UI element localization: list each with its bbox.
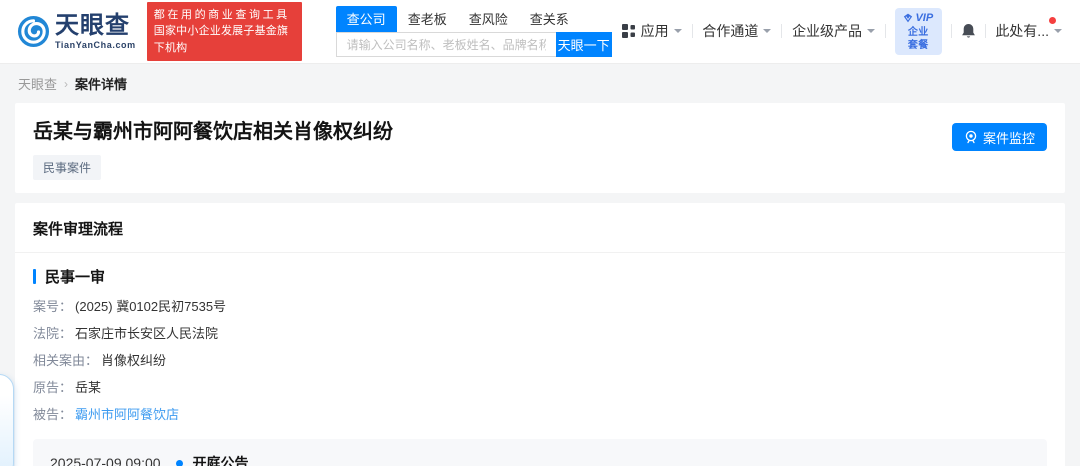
field-value: 肖像权纠纷	[101, 353, 167, 368]
case-fields: 案号： (2025) 冀0102民初7535号 法院： 石家庄市长安区人民法院 …	[33, 300, 1047, 422]
search-button[interactable]: 天眼一下	[555, 32, 612, 57]
search-tab-company[interactable]: 查公司	[335, 6, 397, 32]
breadcrumb-home[interactable]: 天眼查	[18, 74, 57, 93]
promo-banner: 都在用的商业查询工具 国家中小企业发展子基金旗下机构	[146, 1, 302, 62]
floating-side-widget[interactable]	[0, 374, 14, 466]
brand-name: 天眼查	[55, 11, 130, 39]
field-court: 法院： 石家庄市长安区人民法院	[33, 327, 1047, 341]
case-process-card: 案件审理流程 民事一审 案号： (2025) 冀0102民初7535号 法院： …	[15, 203, 1065, 466]
stage-title: 民事一审	[45, 269, 106, 286]
search-area: 查公司 查老板 查风险 查关系 天眼一下	[335, 6, 612, 57]
tianyancha-eye-icon	[17, 15, 50, 48]
nav-divider	[885, 24, 886, 39]
brand-domain: TianYanCha.com	[55, 39, 136, 50]
top-header: 天眼查 TianYanCha.com 都在用的商业查询工具 国家中小企业发展子基…	[0, 0, 1080, 64]
case-detail-page: 天眼查 TianYanCha.com 都在用的商业查询工具 国家中小企业发展子基…	[0, 0, 1080, 466]
apps-grid-icon	[621, 24, 636, 39]
breadcrumb-current: 案件详情	[75, 77, 128, 92]
vip-package-label: 企业套餐	[907, 26, 929, 51]
breadcrumb-separator: ›	[64, 76, 69, 91]
section-title: 案件审理流程	[15, 203, 1065, 253]
field-value: (2025) 冀0102民初7535号	[75, 299, 227, 314]
field-value: 石家庄市长安区人民法院	[75, 326, 219, 341]
field-value: 岳某	[75, 380, 102, 395]
field-label: 原告：	[33, 380, 73, 395]
defendant-company-link[interactable]: 霸州市阿阿餐饮店	[75, 408, 179, 422]
tianyancha-logo[interactable]: 天眼查 TianYanCha.com	[17, 11, 136, 50]
timeline-datetime: 2025-07-09 09:00	[50, 455, 161, 466]
search-tab-risk[interactable]: 查风险	[458, 6, 519, 32]
stage-accent-bar	[33, 269, 36, 284]
nav-enterprise-label: 企业级产品	[792, 23, 863, 40]
field-label: 案号：	[33, 299, 73, 314]
nav-apps-label: 应用	[640, 23, 669, 40]
notification-red-dot	[1048, 17, 1056, 25]
case-monitor-label: 案件监控	[982, 130, 1035, 146]
promo-banner-line2: 国家中小企业发展子基金旗下机构	[153, 25, 289, 54]
top-nav: 应用 合作通道 企业级产品 VIP 企业套餐 此处有...	[612, 8, 1066, 55]
vip-diamond-icon	[903, 13, 913, 23]
nav-enterprise[interactable]: 企业级产品	[782, 21, 885, 41]
notifications-bell[interactable]	[952, 23, 985, 39]
case-title-card: 岳某与霸州市阿阿餐饮店相关肖像权纠纷 民事案件 案件监控	[15, 103, 1065, 193]
field-label: 相关案由：	[33, 353, 99, 368]
monitor-camera-icon	[964, 130, 978, 144]
field-label: 法院：	[33, 326, 73, 341]
case-type-badge: 民事案件	[33, 155, 102, 180]
timeline-event-label: 开庭公告	[192, 455, 249, 466]
search-tab-relation[interactable]: 查关系	[519, 6, 580, 32]
chevron-down-icon	[1053, 29, 1062, 37]
case-title: 岳某与霸州市阿阿餐饮店相关肖像权纠纷	[33, 121, 393, 143]
nav-cooperation-label: 合作通道	[702, 23, 759, 40]
field-defendant: 被告： 霸州市阿阿餐饮店	[33, 408, 1047, 422]
vip-label: VIP	[915, 12, 934, 25]
nav-account-label: 此处有...	[995, 23, 1049, 40]
search-input[interactable]	[335, 32, 556, 57]
case-monitor-button[interactable]: 案件监控	[951, 123, 1047, 151]
promo-banner-line1: 都在用的商业查询工具	[153, 8, 290, 21]
nav-cooperation[interactable]: 合作通道	[692, 21, 781, 41]
field-plaintiff: 原告： 岳某	[33, 381, 1047, 395]
field-case-number: 案号： (2025) 冀0102民初7535号	[33, 300, 1047, 314]
search-tabs: 查公司 查老板 查风险 查关系	[335, 6, 612, 32]
search-tab-boss[interactable]: 查老板	[397, 6, 458, 32]
field-label: 被告：	[33, 407, 73, 422]
logo-text: 天眼查 TianYanCha.com	[55, 11, 136, 50]
timeline-dot-icon	[175, 459, 183, 466]
field-cause: 相关案由： 肖像权纠纷	[33, 354, 1047, 368]
chevron-down-icon	[763, 29, 772, 37]
chevron-down-icon	[673, 29, 682, 37]
breadcrumb: 天眼查 › 案件详情	[0, 64, 1080, 103]
stage-header: 民事一审	[33, 266, 1047, 287]
chevron-down-icon	[867, 29, 876, 37]
nav-account-more[interactable]: 此处有...	[985, 17, 1066, 41]
nav-apps[interactable]: 应用	[612, 21, 692, 41]
timeline-event-row[interactable]: 2025-07-09 09:00 开庭公告	[33, 439, 1047, 466]
vip-package-badge[interactable]: VIP 企业套餐	[894, 8, 942, 55]
bell-icon	[961, 23, 976, 39]
